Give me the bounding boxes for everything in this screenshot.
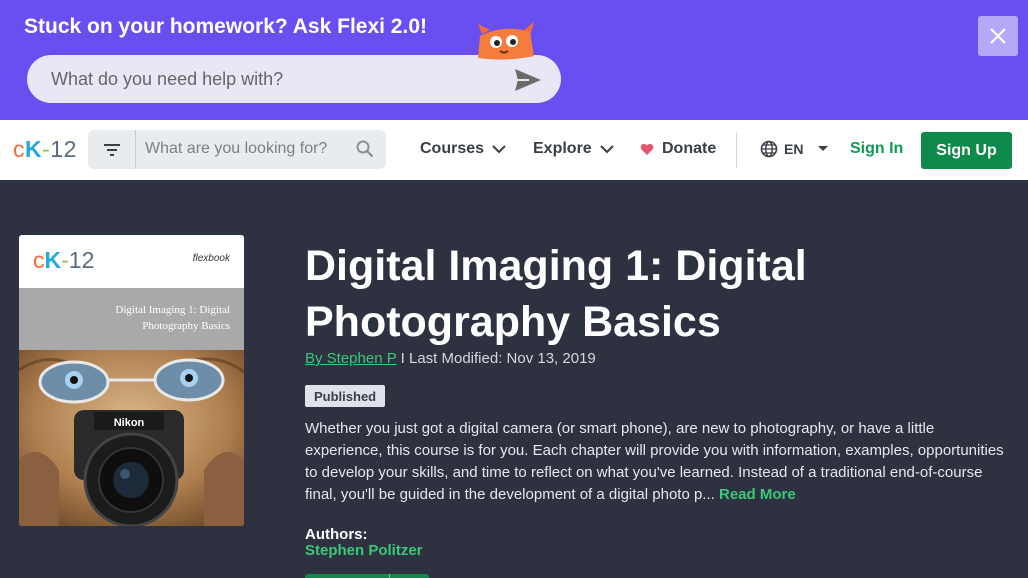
- flexi-question-box[interactable]: [27, 55, 561, 103]
- heart-icon: [640, 143, 654, 155]
- top-nav: cK-12 Courses Explore Donate EN: [0, 120, 1028, 180]
- cover-title-band: Digital Imaging 1: Digital Photography B…: [19, 288, 244, 350]
- search-icon[interactable]: [356, 140, 374, 158]
- search-input[interactable]: [145, 138, 345, 160]
- author-name-link[interactable]: Stephen Politzer: [305, 542, 423, 559]
- caret-down-icon: [818, 146, 829, 151]
- authors-label: Authors:: [305, 526, 368, 543]
- close-banner-button[interactable]: [978, 16, 1018, 56]
- globe-icon: [760, 140, 778, 158]
- donate-link[interactable]: Donate: [640, 140, 716, 158]
- svg-text:Nikon: Nikon: [114, 417, 145, 429]
- book-cover[interactable]: cK-12 flexbook Digital Imaging 1: Digita…: [19, 235, 244, 526]
- cover-title: Digital Imaging 1: Digital Photography B…: [115, 304, 230, 332]
- status-badge: Published: [305, 385, 386, 407]
- book-description: Whether you just got a digital camera (o…: [305, 420, 1004, 503]
- filter-icon: [103, 143, 120, 156]
- book-title: Digital Imaging 1: Digital Photography B…: [305, 242, 807, 346]
- author-link[interactable]: By Stephen P: [305, 350, 396, 367]
- language-selector[interactable]: EN: [760, 140, 829, 158]
- filter-button[interactable]: [88, 130, 136, 169]
- sign-up-button[interactable]: Sign Up: [921, 132, 1012, 169]
- explore-menu[interactable]: Explore: [533, 140, 614, 158]
- button-divider: [389, 574, 390, 578]
- ck12-logo[interactable]: cK-12: [13, 136, 77, 163]
- sign-in-link[interactable]: Sign In: [850, 140, 903, 158]
- read-more-link[interactable]: Read More: [715, 486, 796, 503]
- cover-header: cK-12 flexbook: [19, 235, 244, 288]
- start-button[interactable]: [305, 574, 429, 578]
- mascot-icon: [478, 22, 534, 60]
- courses-menu[interactable]: Courses: [420, 140, 506, 158]
- site-search: [88, 130, 386, 169]
- flexi-promo-banner: Stuck on your homework? Ask Flexi 2.0!: [0, 0, 1028, 120]
- flexi-question-input[interactable]: [51, 65, 491, 93]
- nav-divider: [736, 132, 737, 168]
- send-icon[interactable]: [513, 67, 543, 93]
- book-meta: By Stephen P I Last Modified: Nov 13, 20…: [305, 350, 596, 367]
- close-icon: [990, 28, 1006, 44]
- cover-photo: Nikon: [19, 350, 244, 526]
- cover-ck12-logo: cK-12: [33, 247, 95, 273]
- chevron-down-icon: [599, 144, 614, 153]
- last-modified: I Last Modified: Nov 13, 2019: [396, 350, 596, 367]
- promo-title: Stuck on your homework? Ask Flexi 2.0!: [24, 15, 427, 38]
- flexbook-logo: flexbook: [192, 253, 230, 264]
- chevron-down-icon: [492, 144, 506, 153]
